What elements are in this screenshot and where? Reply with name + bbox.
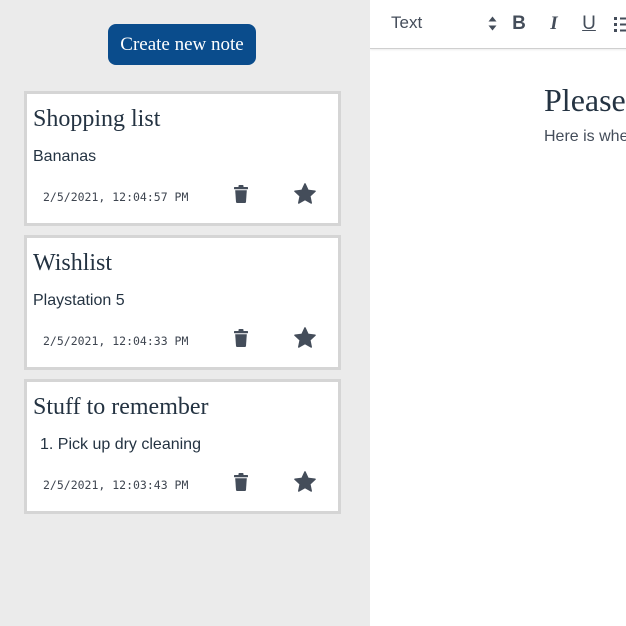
ordered-list-icon[interactable]	[613, 11, 626, 37]
bold-button[interactable]: B	[508, 11, 530, 37]
note-preview: Playstation 5	[33, 292, 125, 309]
note-timestamp: 2/5/2021, 12:04:33 PM	[43, 334, 189, 348]
trash-icon[interactable]	[234, 185, 248, 203]
create-note-button[interactable]: Create new note	[108, 24, 256, 65]
sidebar: Create new note Shopping list Bananas 2/…	[0, 0, 370, 626]
star-icon[interactable]	[293, 327, 317, 349]
note-title: Stuff to remember	[33, 394, 209, 420]
italic-button[interactable]: I	[543, 11, 565, 37]
notes-app: Create new note Shopping list Bananas 2/…	[0, 0, 626, 626]
note-timestamp: 2/5/2021, 12:03:43 PM	[43, 478, 189, 492]
note-card[interactable]: Stuff to remember 1. Pick up dry cleanin…	[24, 379, 341, 514]
note-list: Shopping list Bananas 2/5/2021, 12:04:57…	[24, 91, 341, 523]
underline-button[interactable]: U	[578, 11, 600, 37]
document-body[interactable]: Here is whe	[544, 128, 626, 146]
editor-toolbar: Text B I U	[370, 0, 626, 49]
note-title: Wishlist	[33, 250, 113, 276]
star-icon[interactable]	[293, 183, 317, 205]
note-card[interactable]: Wishlist Playstation 5 2/5/2021, 12:04:3…	[24, 235, 341, 370]
note-card[interactable]: Shopping list Bananas 2/5/2021, 12:04:57…	[24, 91, 341, 226]
select-arrows-icon	[488, 16, 497, 31]
trash-icon[interactable]	[234, 473, 248, 491]
note-preview: Bananas	[33, 148, 97, 165]
note-timestamp: 2/5/2021, 12:04:57 PM	[43, 190, 189, 204]
editor-pane: Text B I U Please Here is whe	[370, 0, 626, 626]
star-icon[interactable]	[293, 471, 317, 493]
document-title[interactable]: Please	[544, 82, 626, 119]
format-select[interactable]: Text	[391, 12, 497, 36]
trash-icon[interactable]	[234, 329, 248, 347]
note-title: Shopping list	[33, 106, 161, 132]
format-select-value: Text	[391, 13, 423, 32]
note-preview: 1. Pick up dry cleaning	[40, 436, 201, 453]
